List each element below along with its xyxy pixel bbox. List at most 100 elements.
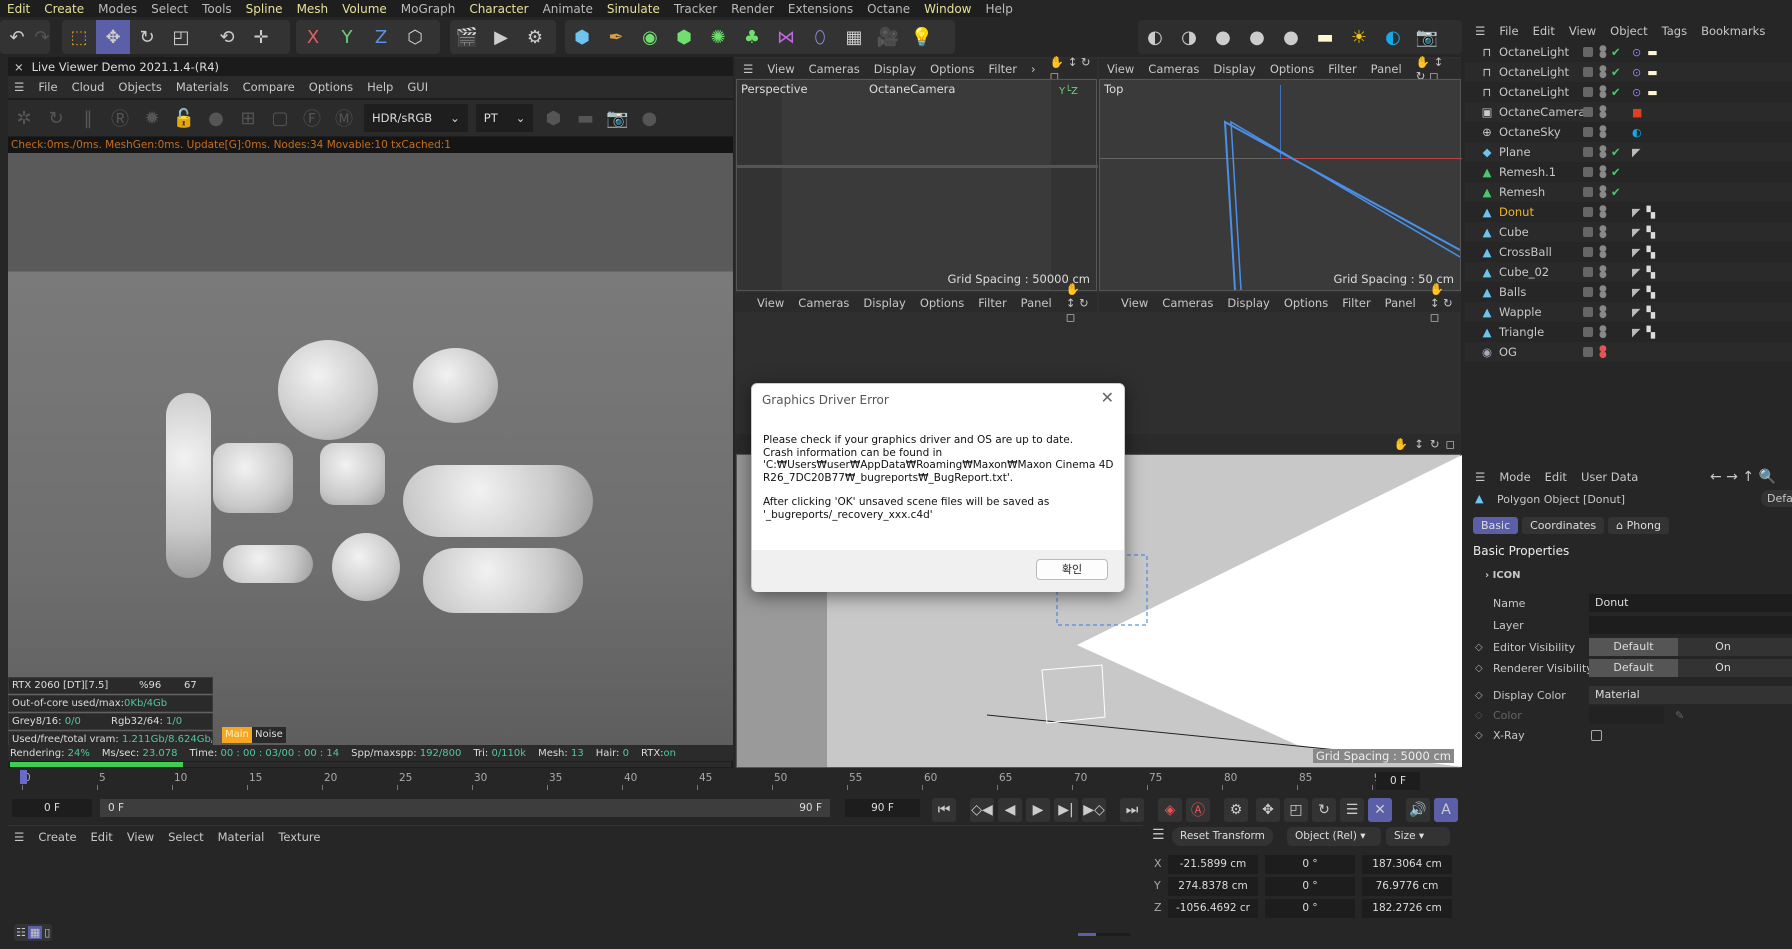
cloner-icon[interactable]: ✺ [701,20,735,54]
material-tag-icon[interactable]: ▚ [1646,206,1654,219]
select-tool-icon[interactable]: ⬚ [62,20,96,54]
restart-icon[interactable]: ↻ [44,106,68,130]
nav-back-icon[interactable]: ← → ↑ 🔍 [1710,469,1776,485]
material-tag-icon[interactable]: ▚ [1646,246,1654,259]
visibility-dots[interactable]: ● ● [1599,165,1607,180]
focus-icon[interactable]: Ⓕ [300,106,324,130]
deformer-icon[interactable]: ⋈ [769,20,803,54]
om-menu-tags[interactable]: Tags [1662,24,1687,38]
lv-menu-options[interactable]: Options [309,80,353,94]
lv-menu-objects[interactable]: Objects [118,80,161,94]
editor-visibility-default[interactable]: Default [1589,638,1678,656]
position-field[interactable]: -21.5899 cm [1168,855,1258,874]
object-row[interactable]: ▲ Wapple ● ● ◤ ▚ [1465,302,1792,322]
mat-menu-view[interactable]: View [127,830,154,844]
icon-group[interactable]: › ICON [1485,570,1521,581]
phong-tag-icon[interactable]: ◤ [1632,306,1640,319]
menu-render[interactable]: Render [724,2,781,16]
visibility-dots[interactable]: ● ● [1599,285,1607,300]
octane-glossy-icon[interactable]: ● [1206,20,1240,54]
keyframe-settings-icon[interactable]: ⚙ [1224,798,1248,822]
material-icon[interactable]: Ⓜ [332,106,356,130]
object-row[interactable]: ▲ CrossBall ● ● ◤ ▚ [1465,242,1792,262]
lv-menu-materials[interactable]: Materials [176,80,229,94]
viewport-menu-view[interactable]: View [1121,296,1148,310]
om-menu-object[interactable]: Object [1610,24,1647,38]
render-view-icon[interactable]: 🎬 [450,20,484,54]
render-settings-icon[interactable]: ⚙ [518,20,552,54]
reset-transform-button[interactable]: Reset Transform [1172,827,1273,846]
ok-button[interactable]: 확인 [1036,559,1108,580]
viewport-menu-filter[interactable]: Filter [1328,62,1356,76]
object-row[interactable]: ▲ Cube ● ● ◤ ▚ [1465,222,1792,242]
keyframe-icon[interactable]: ◇ [1475,730,1483,741]
orbit-icon[interactable]: ↻ [1430,437,1440,451]
viewport-menu-display[interactable]: Display [1213,62,1255,76]
material-tag-icon[interactable]: ▚ [1646,266,1654,279]
viewport-menu-view[interactable]: View [757,296,784,310]
grid-view-icon[interactable]: ▦ [27,926,43,939]
circle-icon[interactable]: ● [637,106,661,130]
viewport-menu-options[interactable]: Options [930,62,974,76]
menu-character[interactable]: Character [462,2,535,16]
position-field[interactable]: -1056.4692 cr [1168,899,1258,918]
rotation-field[interactable]: 0 ° [1265,877,1355,896]
size-field[interactable]: 187.3064 cm [1362,855,1452,874]
name-field[interactable]: Donut [1589,594,1792,612]
layer-toggle[interactable] [1583,87,1593,97]
camera-create-icon[interactable]: 🎥 [871,20,905,54]
renderer-visibility-on[interactable]: On [1678,659,1768,677]
rotation-field[interactable]: 0 ° [1265,899,1355,918]
color-mode-select[interactable]: HDR/sRGB ⌄ [364,104,468,132]
material-tag-icon[interactable]: ▚ [1646,326,1654,339]
layer-toggle[interactable] [1583,307,1593,317]
frame-range-slider[interactable]: 0 F 90 F [100,799,830,817]
recent-tool-icon[interactable]: ⟲ [210,20,244,54]
tab-main[interactable]: Main [222,727,252,743]
pan-icon[interactable]: ✋ [1394,437,1408,451]
light-tag-icon[interactable]: ▬ [1647,86,1657,99]
visibility-dots[interactable]: ● ● [1599,45,1607,60]
extrude-icon[interactable]: ⬢ [667,20,701,54]
light-tag-icon[interactable]: ▬ [1647,46,1657,59]
x-axis-icon[interactable]: X [296,20,330,54]
visibility-dots[interactable]: ● ● [1599,85,1607,100]
attr-menu-edit[interactable]: Edit [1545,470,1567,484]
material-tag-icon[interactable]: ▚ [1646,306,1654,319]
key-rotation-icon[interactable]: ↻ [1312,798,1336,822]
viewport-menu-options[interactable]: Options [1284,296,1328,310]
mat-menu-material[interactable]: Material [218,830,265,844]
top-viewport[interactable]: Top Grid Spacing : 50 cm [1099,79,1462,291]
coordinate-system-icon[interactable]: ⬡ [398,20,432,54]
om-menu-edit[interactable]: Edit [1533,24,1555,38]
close-icon[interactable]: × [14,60,24,74]
zoom-slider[interactable] [1078,933,1130,936]
layer-toggle[interactable] [1583,107,1593,117]
viewport-menu-cameras[interactable]: Cameras [798,296,849,310]
material-tag-icon[interactable]: ▚ [1646,226,1654,239]
material-tag-icon[interactable]: ▚ [1646,286,1654,299]
eyedropper-icon[interactable]: ✎ [1675,709,1684,722]
phong-tag-icon[interactable]: ◤ [1632,266,1640,279]
next-frame-icon[interactable]: ▶| [1054,798,1078,822]
phong-tag-icon[interactable]: ◤ [1632,206,1640,219]
field-icon[interactable]: ⬯ [803,20,837,54]
menu-modes[interactable]: Modes [91,2,144,16]
visibility-dots[interactable]: ● ● [1599,145,1607,160]
octane-specular-icon[interactable]: ● [1240,20,1274,54]
menu-spline[interactable]: Spline [239,2,290,16]
hamburger-icon[interactable]: ☰ [1475,470,1485,484]
color-swatch[interactable] [1589,706,1664,724]
visibility-dots[interactable]: ● ● [1599,345,1607,360]
prev-key-icon[interactable]: ◇◀ [970,798,994,822]
visibility-dots[interactable]: ● ● [1599,225,1607,240]
hamburger-icon[interactable]: ☰ [14,80,24,94]
snapshot-icon[interactable]: 📷 [605,106,629,130]
layer-field[interactable] [1589,616,1792,634]
z-axis-icon[interactable]: Z [364,20,398,54]
layer-toggle[interactable] [1583,207,1593,217]
lv-menu-cloud[interactable]: Cloud [72,80,105,94]
layer-toggle[interactable] [1583,167,1593,177]
viewport-menu-filter[interactable]: Filter [978,296,1006,310]
send-scene-icon[interactable]: ✲ [12,106,36,130]
